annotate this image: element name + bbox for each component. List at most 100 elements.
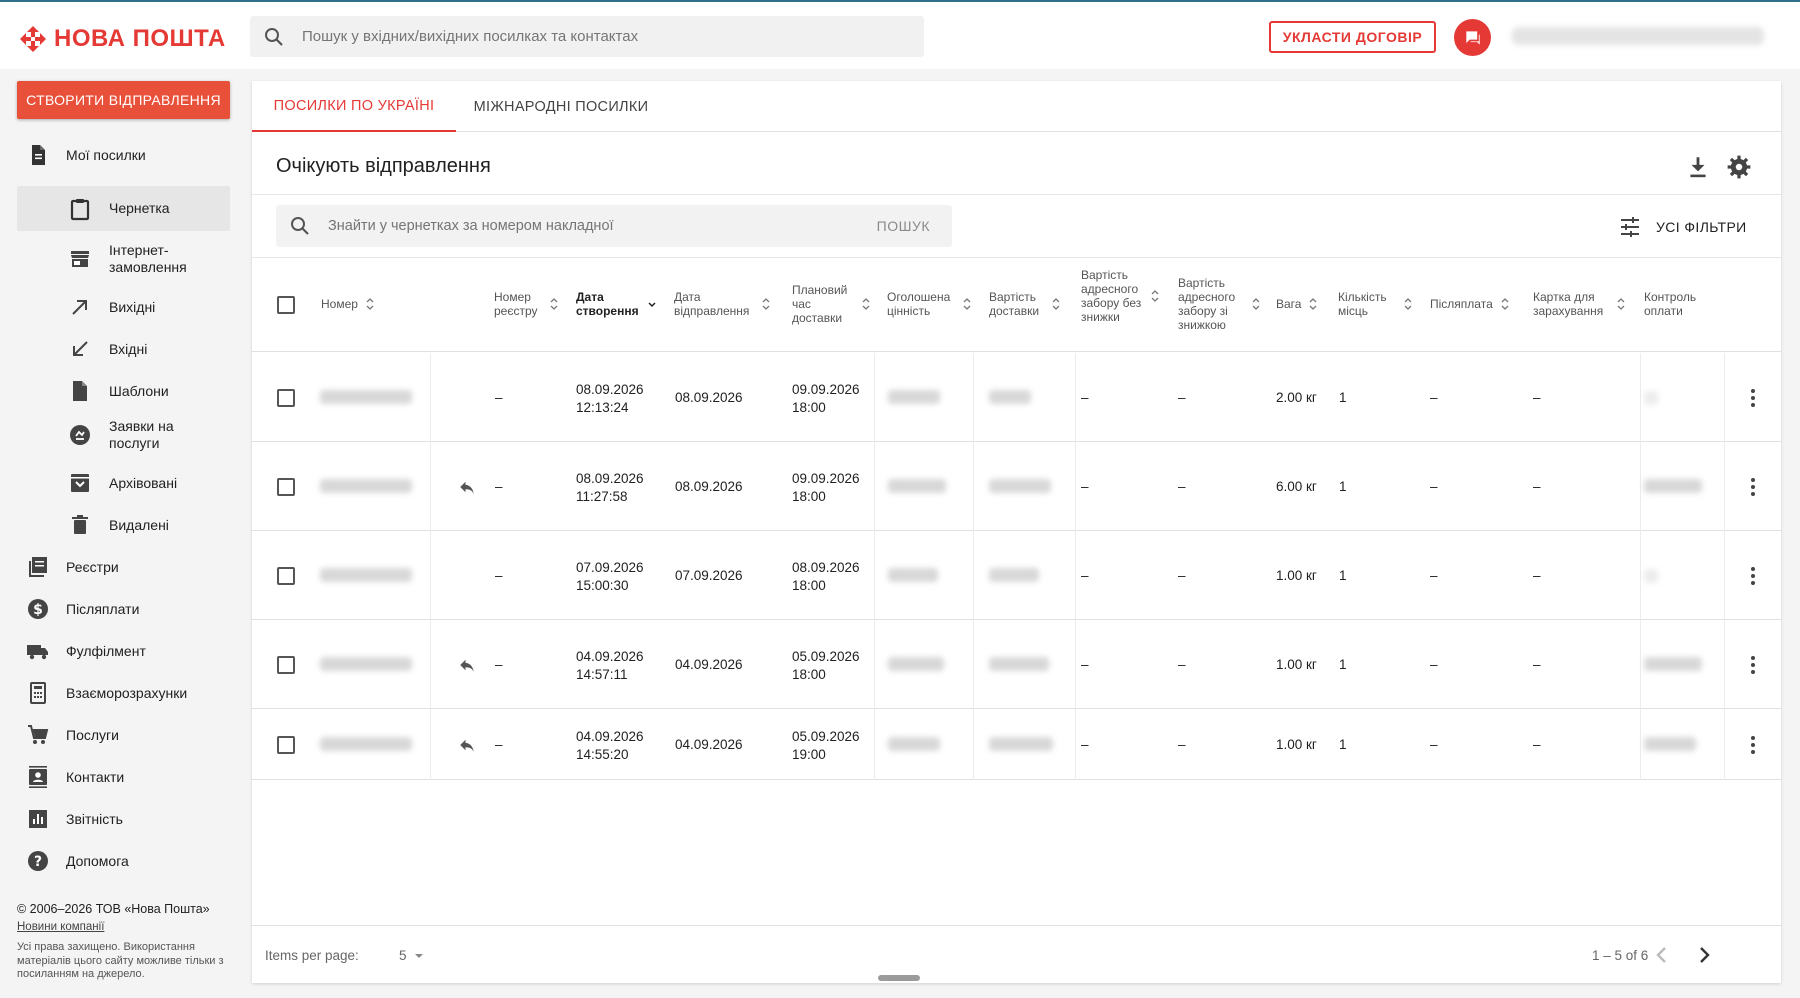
all-filters-button[interactable]: УСІ ФІЛЬТРИ [1618, 215, 1747, 239]
items-per-page-select[interactable]: 5 [399, 948, 425, 963]
more-vert-icon[interactable] [1741, 653, 1765, 677]
more-vert-icon[interactable] [1741, 475, 1765, 499]
col-card[interactable]: Картка для зарахування [1533, 290, 1627, 318]
created-date: 08.09.2026 [576, 382, 644, 397]
sidebar-item-fulfillment[interactable]: Фулфілмент [17, 631, 230, 671]
select-all-checkbox[interactable] [277, 296, 295, 314]
row-checkbox[interactable] [277, 567, 295, 585]
sidebar-item-reports[interactable]: Звітність [17, 799, 230, 839]
reply-icon[interactable] [458, 478, 476, 496]
news-link[interactable]: Новини компанії [17, 921, 232, 933]
download-icon[interactable] [1685, 154, 1711, 180]
more-vert-icon[interactable] [1741, 564, 1765, 588]
draft-search-input[interactable] [328, 218, 828, 234]
sidebar-item-contacts[interactable]: Контакти [17, 757, 230, 797]
gear-icon[interactable] [1726, 154, 1752, 180]
sidebar-item-label: Реєстри [66, 558, 119, 575]
global-search[interactable] [250, 16, 924, 57]
tab-international[interactable]: МІЖНАРОДНІ ПОСИЛКИ [456, 81, 666, 132]
col-label: Вартість адресного забору зі знижкою [1178, 276, 1236, 332]
planned-date: 09.09.2026 [792, 382, 860, 397]
sidebar-item-deleted[interactable]: Видалені [17, 505, 230, 545]
more-vert-icon[interactable] [1741, 733, 1765, 757]
sent-date: 04.09.2026 [675, 737, 743, 752]
sidebar-item-services[interactable]: Послуги [17, 715, 230, 755]
sidebar-item-incoming[interactable]: Вхідні [17, 329, 230, 369]
table-row[interactable]: – 04.09.2026 14:55:20 04.09.2026 05.09.2… [252, 709, 1781, 780]
col-created[interactable]: Дата створення [576, 290, 658, 318]
row-checkbox[interactable] [277, 656, 295, 674]
tab-ukraine[interactable]: ПОСИЛКИ ПО УКРАЇНІ [252, 81, 456, 132]
waybill-number-blurred[interactable] [320, 657, 412, 671]
column-separator [1075, 353, 1076, 442]
sidebar-item-cod[interactable]: $ Післяплати [17, 589, 230, 629]
col-pickup-discount[interactable]: Вартість адресного забору зі знижкою [1178, 276, 1264, 332]
sidebar-item-outgoing[interactable]: Вихідні [17, 287, 230, 327]
waybill-number-blurred[interactable] [320, 568, 412, 582]
col-declared[interactable]: Оголошена цінність [887, 290, 973, 318]
declared-value-blurred [888, 479, 946, 493]
card-cell: – [1533, 568, 1541, 583]
sort-icon [762, 298, 770, 310]
sidebar-item-internet-orders[interactable]: Інтернет-замовлення [17, 236, 230, 281]
col-cod[interactable]: Післяплата [1430, 297, 1511, 311]
reply-icon[interactable] [458, 736, 476, 754]
sidebar-item-settlements[interactable]: Взаєморозрахунки [17, 673, 230, 713]
draft-search[interactable]: ПОШУК [276, 205, 952, 247]
waybill-number-blurred[interactable] [320, 479, 412, 493]
column-separator [430, 531, 431, 620]
chevron-right-icon[interactable] [1692, 943, 1716, 967]
cod-cell: – [1430, 390, 1438, 405]
sidebar-item-registries[interactable]: Реєстри [17, 547, 230, 587]
col-label: Плановий час доставки [792, 283, 848, 325]
sidebar-item-label: Допомога [66, 852, 129, 869]
search-icon [291, 217, 309, 235]
table-row[interactable]: – 07.09.2026 15:00:30 07.09.2026 08.09.2… [252, 531, 1781, 620]
pickup-no-discount-cell: – [1081, 737, 1089, 752]
chevron-left-icon[interactable] [1650, 943, 1674, 967]
user-name-blurred[interactable] [1512, 27, 1764, 45]
row-checkbox[interactable] [277, 389, 295, 407]
sidebar-item-templates[interactable]: Шаблони [17, 371, 230, 411]
sidebar-item-label: Архівовані [109, 474, 178, 491]
col-label: Дата створення [576, 290, 639, 318]
sidebar-item-my-parcels[interactable]: Мої посилки [17, 140, 230, 170]
col-pickup-no-discount[interactable]: Вартість адресного забору без знижки [1081, 268, 1163, 324]
col-payment-control[interactable]: Контроль оплати [1644, 290, 1708, 318]
reply-icon[interactable] [458, 656, 476, 674]
col-places[interactable]: Кількість місць [1338, 290, 1414, 318]
table-row[interactable]: – 08.09.2026 12:13:24 08.09.2026 09.09.2… [252, 353, 1781, 442]
waybill-number-blurred[interactable] [320, 737, 412, 751]
sidebar-item-service-requests[interactable]: Заявки на послуги [17, 412, 230, 457]
service-request-icon [70, 424, 90, 445]
row-checkbox[interactable] [277, 736, 295, 754]
col-number[interactable]: Номер [321, 297, 376, 311]
table-row[interactable]: – 04.09.2026 14:57:11 04.09.2026 05.09.2… [252, 620, 1781, 709]
global-search-input[interactable] [302, 28, 862, 45]
sidebar-item-draft[interactable]: Чернетка [17, 186, 230, 231]
col-registry[interactable]: Номер реєстру [494, 290, 560, 318]
col-planned[interactable]: Плановий час доставки [792, 283, 874, 325]
waybill-number-blurred[interactable] [320, 390, 412, 404]
sign-contract-button[interactable]: УКЛАСТИ ДОГОВІР [1269, 21, 1436, 53]
nova-poshta-logo[interactable]: НОВА ПОШТА [18, 24, 226, 54]
col-sent[interactable]: Дата відправлення [674, 290, 772, 318]
search-button[interactable]: ПОШУК [877, 218, 930, 234]
sidebar-item-help[interactable]: ? Допомога [17, 841, 230, 881]
created-time: 12:13:24 [576, 400, 629, 415]
created-time: 15:00:30 [576, 578, 629, 593]
table-row[interactable]: – 08.09.2026 11:27:58 08.09.2026 09.09.2… [252, 442, 1781, 531]
card-cell: – [1533, 657, 1541, 672]
more-vert-icon[interactable] [1741, 386, 1765, 410]
column-separator [1724, 353, 1725, 442]
delivery-cost-blurred [989, 737, 1053, 751]
pickup-discount-cell: – [1178, 479, 1186, 494]
sidebar-item-archived[interactable]: Архівовані [17, 463, 230, 503]
col-weight[interactable]: Вага [1276, 297, 1319, 311]
chat-button[interactable] [1454, 19, 1491, 56]
create-shipment-button[interactable]: СТВОРИТИ ВІДПРАВЛЕННЯ [17, 81, 230, 119]
resize-handle[interactable] [878, 975, 920, 981]
row-checkbox[interactable] [277, 478, 295, 496]
col-delivery-cost[interactable]: Вартість доставки [989, 290, 1062, 318]
places-cell: 1 [1339, 568, 1347, 583]
